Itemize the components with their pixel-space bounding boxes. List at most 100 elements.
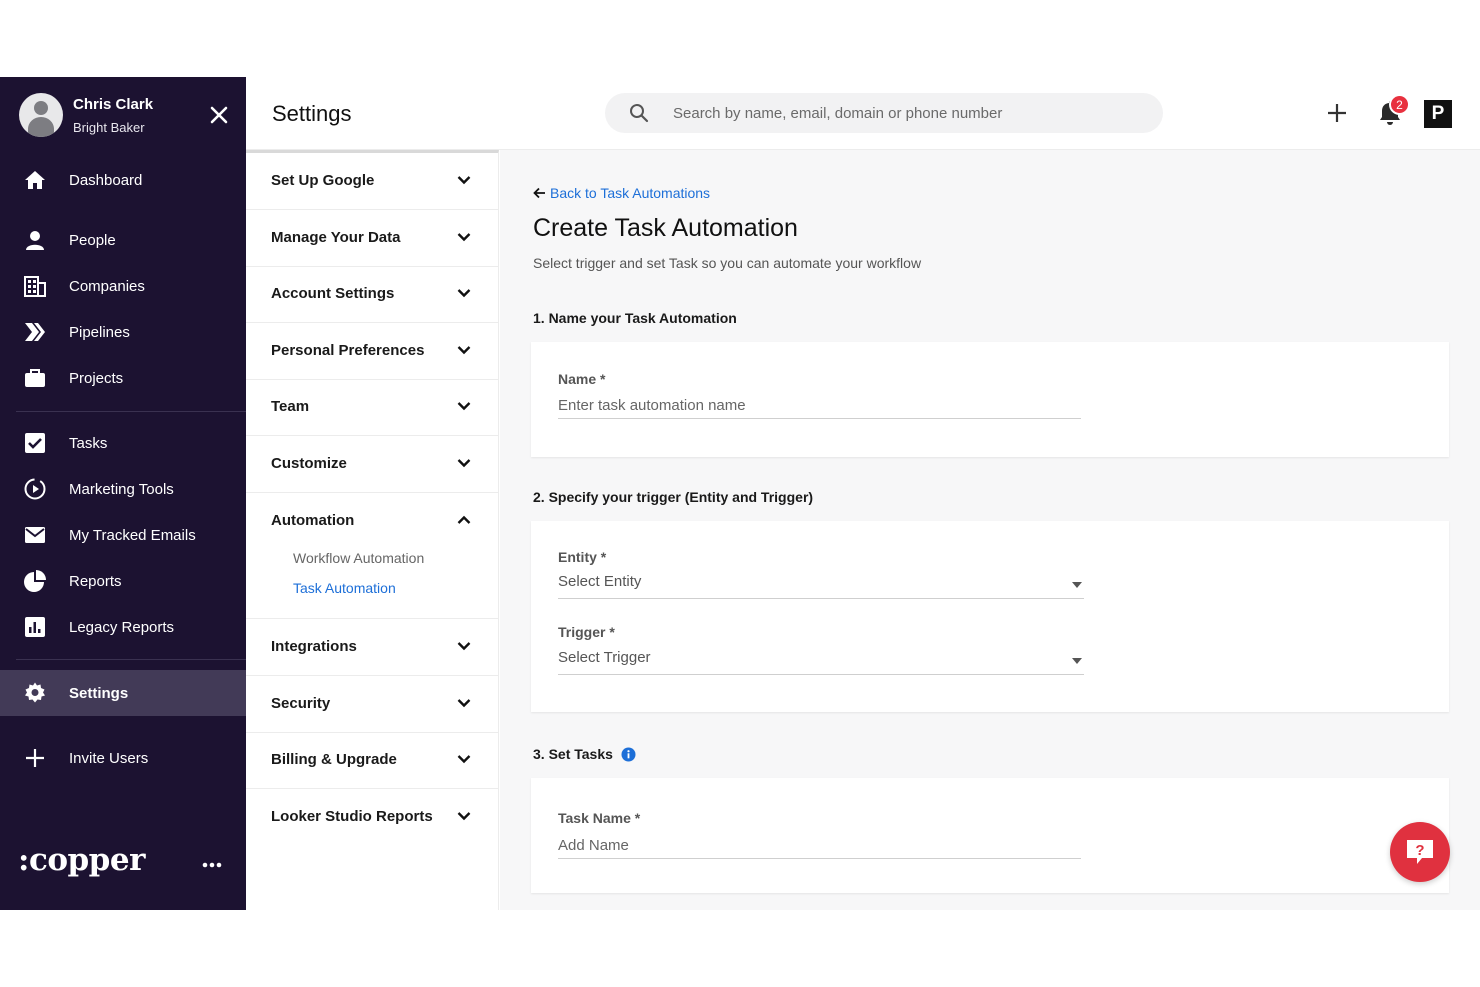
settings-item-label: Billing & Upgrade — [271, 751, 397, 768]
back-link-label: Back to Task Automations — [550, 185, 711, 201]
nav-item-tasks[interactable]: Tasks — [0, 420, 246, 466]
name-label: Name * — [558, 371, 606, 387]
name-field[interactable] — [558, 393, 1081, 419]
add-icon[interactable] — [1326, 102, 1348, 124]
notification-badge: 2 — [1389, 94, 1410, 115]
chevron-down-icon — [457, 289, 471, 298]
settings-item-looker-studio-reports[interactable]: Looker Studio Reports — [246, 789, 499, 846]
nav-item-companies[interactable]: Companies — [0, 263, 246, 309]
nav-divider — [16, 411, 246, 412]
settings-item-label: Account Settings — [271, 285, 395, 302]
chevron-down-icon — [457, 346, 471, 355]
settings-item-label: Looker Studio Reports — [271, 808, 433, 825]
section-1-title: 1. Name your Task Automation — [533, 310, 737, 326]
nav-item-projects[interactable]: Projects — [0, 355, 246, 401]
nav-label: Marketing Tools — [69, 480, 174, 498]
user-header: Chris Clark Bright Baker — [0, 77, 246, 153]
trigger-select-value: Select Trigger — [558, 649, 651, 666]
settings-item-label: Integrations — [271, 638, 357, 655]
settings-item-account-settings[interactable]: Account Settings — [246, 266, 499, 323]
search-bar[interactable] — [605, 93, 1163, 133]
settings-item-personal-preferences[interactable]: Personal Preferences — [246, 323, 499, 380]
settings-item-manage-your-data[interactable]: Manage Your Data — [246, 210, 499, 267]
nav-label: Dashboard — [69, 171, 143, 189]
settings-item-label: Set Up Google — [271, 172, 375, 189]
task-name-field[interactable] — [558, 833, 1081, 859]
search-input[interactable] — [673, 93, 1143, 133]
bar-chart-icon — [25, 617, 45, 637]
nav-divider — [16, 659, 246, 660]
nav-item-settings[interactable]: Settings — [0, 670, 246, 716]
trigger-label: Trigger * — [558, 624, 615, 640]
chevron-down-icon — [457, 642, 471, 651]
gear-icon — [25, 682, 45, 703]
chevron-down-icon — [457, 699, 471, 708]
settings-item-set-up-google[interactable]: Set Up Google — [246, 153, 499, 210]
chevron-down-icon — [457, 176, 471, 185]
briefcase-icon — [25, 369, 45, 387]
mail-icon — [25, 527, 45, 543]
chevron-down-icon — [457, 812, 471, 821]
nav-item-invite-users[interactable]: Invite Users — [0, 735, 246, 781]
nav-label: Invite Users — [69, 749, 149, 767]
settings-item-team[interactable]: Team — [246, 379, 499, 436]
search-icon — [630, 104, 649, 123]
nav-item-my-tracked-emails[interactable]: My Tracked Emails — [0, 512, 246, 558]
avatar[interactable] — [19, 93, 63, 137]
settings-item-integrations[interactable]: Integrations — [246, 619, 499, 676]
settings-item-label: Manage Your Data — [271, 229, 401, 246]
settings-item-security[interactable]: Security — [246, 676, 499, 733]
nav-label: Settings — [69, 684, 129, 702]
more-icon[interactable] — [201, 861, 223, 869]
nav-label: My Tracked Emails — [69, 526, 196, 544]
settings-menu: Set Up Google Manage Your Data Account S… — [246, 150, 499, 910]
form-subtitle: Select trigger and set Task so you can a… — [533, 255, 922, 271]
entity-select[interactable]: Select Entity — [558, 573, 1084, 599]
copper-logo[interactable]: :copper — [18, 842, 145, 878]
nav-item-people[interactable]: People — [0, 217, 246, 263]
trigger-select[interactable]: Select Trigger — [558, 649, 1084, 675]
settings-item-customize[interactable]: Customize — [246, 436, 499, 493]
marketing-icon — [24, 478, 46, 500]
home-icon — [25, 171, 45, 189]
close-icon[interactable] — [207, 103, 231, 127]
building-icon — [24, 276, 46, 297]
page-title: Settings — [272, 101, 352, 126]
checkbox-icon — [25, 433, 45, 453]
nav-item-dashboard[interactable]: Dashboard — [0, 157, 246, 203]
pie-chart-icon — [24, 570, 46, 592]
nav-item-legacy-reports[interactable]: Legacy Reports — [0, 604, 246, 650]
entity-select-value: Select Entity — [558, 573, 642, 590]
back-link[interactable]: Back to Task Automations — [533, 185, 710, 201]
chevron-up-icon — [457, 515, 471, 524]
nav-label: Companies — [69, 277, 145, 295]
section-3-title: 3. Set Tasks — [533, 746, 636, 762]
svg-text:?: ? — [1415, 842, 1424, 859]
name-card: Name * — [531, 342, 1449, 457]
section-1-label: 1. Name your Task Automation — [533, 310, 737, 326]
nav-item-pipelines[interactable]: Pipelines — [0, 309, 246, 355]
chevron-down-icon — [457, 459, 471, 468]
section-3-label: 3. Set Tasks — [533, 746, 613, 762]
trigger-card: Entity * Select Entity Trigger * Select … — [531, 521, 1449, 712]
nav-label: People — [69, 231, 116, 249]
app: Chris Clark Bright Baker Dashboard Peopl… — [0, 77, 1480, 910]
nav-item-marketing-tools[interactable]: Marketing Tools — [0, 466, 246, 512]
left-nav: Chris Clark Bright Baker Dashboard Peopl… — [0, 77, 246, 910]
info-icon[interactable] — [621, 747, 636, 762]
caret-down-icon — [1072, 658, 1082, 664]
settings-subitem-task-automation[interactable]: Task Automation — [293, 580, 396, 596]
settings-subitem-workflow-automation[interactable]: Workflow Automation — [293, 550, 424, 566]
settings-item-billing-upgrade[interactable]: Billing & Upgrade — [246, 732, 499, 789]
settings-item-label: Personal Preferences — [271, 342, 425, 359]
nav-item-reports[interactable]: Reports — [0, 558, 246, 604]
arrow-left-icon — [533, 187, 545, 199]
main-content: Back to Task Automations Create Task Aut… — [500, 150, 1480, 910]
plus-icon — [26, 749, 44, 767]
help-button[interactable]: ? — [1390, 822, 1450, 882]
caret-down-icon — [1072, 582, 1082, 588]
nav-label: Projects — [69, 369, 124, 387]
profile-app-icon[interactable]: P — [1424, 100, 1452, 128]
settings-item-automation[interactable]: Automation Workflow Automation Task Auto… — [246, 493, 499, 619]
nav-label: Tasks — [69, 434, 108, 452]
